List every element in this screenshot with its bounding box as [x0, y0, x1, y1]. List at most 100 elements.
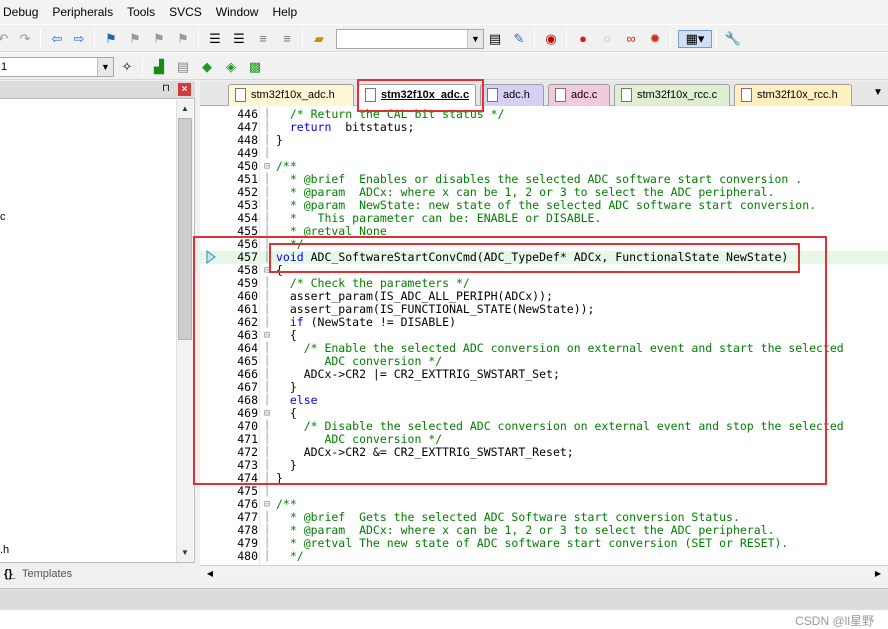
tab-list-dropdown-icon[interactable]: ▼ — [871, 86, 885, 100]
code-line[interactable]: 449 │ — [200, 147, 888, 160]
code-text: return bitstatus; — [276, 120, 415, 134]
tree-item-fragment[interactable]: c — [0, 211, 6, 223]
footer: CSDN @ll星野 — [0, 610, 888, 629]
toolbar-separator — [94, 29, 95, 49]
disable-all-breakpoints-icon[interactable]: ∞ — [622, 30, 640, 48]
indent-icon[interactable]: ☰ — [206, 30, 224, 48]
code-comment: * @brief Gets the selected ADC Software … — [276, 510, 740, 524]
tab-stm32f10x-adc-h[interactable]: stm32f10x_adc.h — [228, 84, 354, 106]
fold-toggle-icon[interactable]: ⊟ — [264, 498, 274, 511]
code-line[interactable]: 475 │ — [200, 485, 888, 498]
menu-window[interactable]: Window — [209, 0, 266, 24]
scroll-up-icon[interactable]: ▲ — [177, 101, 193, 117]
code-line[interactable]: 447 │ return bitstatus; — [200, 121, 888, 134]
scroll-right-icon[interactable]: ▶ — [870, 566, 886, 582]
code-comment: * @param ADCx: where x can be 1, 2 or 3 … — [276, 185, 775, 199]
menu-bar: Debug Peripherals Tools SVCS Window Help — [0, 0, 888, 24]
menu-svcs[interactable]: SVCS — [162, 0, 209, 24]
fold-toggle-icon[interactable]: ⊟ — [264, 160, 274, 173]
code-token: bitstatus; — [331, 120, 415, 134]
tab-adc-c[interactable]: adc.c — [548, 84, 610, 106]
bookmark-icon[interactable]: ⚑ — [102, 30, 120, 48]
tab-label: adc.h — [503, 89, 530, 101]
fold-guide: │ — [264, 148, 271, 159]
fold-guide: │ — [264, 200, 271, 211]
tab-stm32f10x-rcc-h[interactable]: stm32f10x_rcc.h — [734, 84, 852, 106]
menu-help[interactable]: Help — [265, 0, 304, 24]
fold-guide: │ — [264, 174, 271, 185]
tab-templates[interactable]: Templates — [22, 565, 72, 583]
code-line[interactable]: 480 │ */ — [200, 550, 888, 563]
tree-item-fragment[interactable]: .h — [0, 544, 9, 556]
fold-guide: │ — [264, 538, 271, 549]
select-software-packs-icon[interactable]: ◈ — [222, 58, 240, 76]
scrollbar-thumb[interactable] — [178, 118, 192, 340]
fold-guide: │ — [264, 512, 271, 523]
unindent-icon[interactable]: ☰ — [230, 30, 248, 48]
source-browser-icon[interactable]: ✎ — [510, 30, 528, 48]
code-keyword: return — [276, 120, 332, 134]
project-vertical-scrollbar[interactable]: ▲ ▼ — [176, 100, 193, 562]
target-options-magic-wand-icon[interactable]: ✧ — [118, 58, 136, 76]
toolbar-separator — [302, 29, 303, 49]
toolbar-separator — [670, 29, 671, 49]
breakpoint-icon[interactable]: ● — [574, 30, 592, 48]
chevron-down-icon[interactable]: ▼ — [467, 30, 483, 48]
code-comment: * @param ADCx: where x can be 1, 2 or 3 … — [276, 523, 775, 537]
manage-components-icon[interactable]: ▟ — [150, 58, 168, 76]
redo-icon[interactable]: ↷ — [16, 30, 34, 48]
close-icon[interactable]: × — [178, 83, 191, 96]
debug-start-icon[interactable]: ◉ — [542, 30, 560, 48]
code-comment: */ — [276, 549, 304, 563]
tab-stm32f10x-rcc-c[interactable]: stm32f10x_rcc.c — [614, 84, 730, 106]
run-time-environment-icon[interactable]: ▩ — [246, 58, 264, 76]
tab-adc-h[interactable]: adc.h — [480, 84, 544, 106]
undo-icon[interactable]: ↶ — [0, 30, 12, 48]
uncomment-icon[interactable]: ≡ — [278, 30, 296, 48]
menu-tools[interactable]: Tools — [120, 0, 162, 24]
toolbar-separator — [198, 29, 199, 49]
comment-icon[interactable]: ≡ — [254, 30, 272, 48]
clear-bookmarks-icon[interactable]: ⚑ — [174, 30, 192, 48]
chevron-down-icon[interactable]: ▼ — [97, 58, 113, 76]
code-comment: * @brief Enables or disables the selecte… — [276, 172, 803, 186]
prev-bookmark-icon[interactable]: ⚑ — [126, 30, 144, 48]
fold-guide: │ — [264, 551, 271, 562]
configure-wrench-icon[interactable]: 🔧 — [724, 30, 742, 48]
code-comment: * @retval The new state of ADC software … — [276, 536, 789, 550]
toolbar-separator — [566, 29, 567, 49]
target-select[interactable]: 1 ▼ — [0, 57, 114, 77]
nav-forward-icon[interactable]: ⇨ — [70, 30, 88, 48]
scroll-left-icon[interactable]: ◀ — [202, 566, 218, 582]
pin-icon[interactable]: ⊓ — [162, 83, 172, 95]
fold-guide: │ — [264, 525, 271, 536]
next-bookmark-icon[interactable]: ⚑ — [150, 30, 168, 48]
tab-label: stm32f10x_rcc.h — [757, 89, 838, 101]
editor-tab-strip: stm32f10x_adc.h stm32f10x_adc.c adc.h ad… — [200, 81, 888, 107]
menu-debug[interactable]: Debug — [0, 0, 45, 24]
toolbar-main: ↶ ↷ ⇦ ⇨ ⚑ ⚑ ⚑ ⚑ ☰ ☰ ≡ ≡ ▰ ▼ ▤ ✎ ◉ ● ○ ∞ … — [0, 24, 888, 52]
tab-functions[interactable]: {}̲ — [4, 565, 13, 583]
annotation-box-function-body — [193, 236, 827, 485]
fold-guide: │ — [264, 187, 271, 198]
annotation-box-tab — [357, 79, 484, 112]
fold-guide: │ — [264, 135, 271, 146]
code-line[interactable]: 448 │} — [200, 134, 888, 147]
fold-guide: │ — [264, 213, 271, 224]
scroll-down-icon[interactable]: ▼ — [177, 545, 193, 561]
pack-installer-icon[interactable]: ◆ — [198, 58, 216, 76]
disable-breakpoint-icon[interactable]: ○ — [598, 30, 616, 48]
nav-back-icon[interactable]: ⇦ — [48, 30, 66, 48]
open-folder-icon[interactable]: ▰ — [310, 30, 328, 48]
file-icon — [235, 88, 246, 102]
code-comment: * This parameter can be: ENABLE or DISAB… — [276, 211, 602, 225]
kill-breakpoints-icon[interactable]: ✹ — [646, 30, 664, 48]
file-icon — [555, 88, 566, 102]
editor-horizontal-scrollbar[interactable]: ◀ ▶ — [200, 565, 888, 582]
file-extensions-icon[interactable]: ▤ — [174, 58, 192, 76]
menu-peripherals[interactable]: Peripherals — [45, 0, 120, 24]
window-layout-icon[interactable]: ▦▾ — [678, 30, 712, 48]
find-combo[interactable]: ▼ — [336, 29, 484, 49]
find-in-files-icon[interactable]: ▤ — [486, 30, 504, 48]
status-bar — [0, 588, 888, 610]
